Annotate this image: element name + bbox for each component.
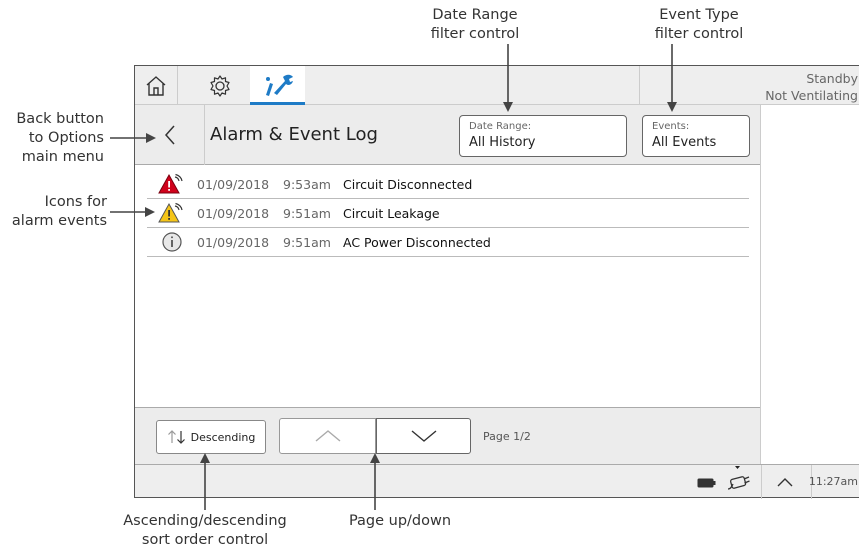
info-icon bbox=[147, 231, 197, 253]
event-list: 01/09/2018 9:53am Circuit Disconnected 0… bbox=[147, 170, 749, 257]
chevron-up-icon bbox=[315, 430, 340, 442]
event-row[interactable]: 01/09/2018 9:51am AC Power Disconnected bbox=[147, 228, 749, 257]
status-ventilating: Not Ventilating bbox=[765, 88, 858, 103]
red-alarm-icon bbox=[147, 173, 197, 195]
event-message: Circuit Leakage bbox=[343, 205, 440, 221]
event-type-value: All Events bbox=[652, 135, 717, 150]
page-title: Alarm & Event Log bbox=[210, 124, 378, 145]
expand-tray-button[interactable] bbox=[771, 471, 799, 493]
home-icon bbox=[146, 75, 166, 96]
callout-event-type: Event Type filter control bbox=[634, 6, 764, 44]
callout-icons-line2: alarm events bbox=[11, 213, 107, 229]
ventilation-status: Standby Not Ventilating bbox=[765, 70, 858, 104]
callout-event-type-line1: Event Type bbox=[659, 7, 739, 23]
topbar-divider bbox=[639, 66, 640, 106]
event-date: 01/09/2018 bbox=[197, 234, 270, 250]
date-range-value: All History bbox=[469, 135, 536, 150]
callout-icons: Icons for alarm events bbox=[0, 193, 107, 231]
yellow-alarm-icon bbox=[147, 202, 197, 224]
event-time: 9:51am bbox=[283, 205, 331, 221]
tab-settings[interactable] bbox=[199, 66, 241, 105]
bottombar-divider bbox=[761, 465, 762, 499]
callout-back-line1: Back button bbox=[16, 111, 104, 127]
callout-date-range-line1: Date Range bbox=[432, 7, 518, 23]
callout-paging: Page up/down bbox=[330, 512, 470, 531]
chevron-left-icon bbox=[164, 125, 175, 145]
chevron-down-icon bbox=[411, 430, 436, 442]
page-down-button[interactable] bbox=[376, 418, 471, 454]
event-message: AC Power Disconnected bbox=[343, 234, 491, 250]
back-button[interactable] bbox=[135, 105, 205, 165]
event-date: 01/09/2018 bbox=[197, 205, 270, 221]
callout-icons-line1: Icons for bbox=[44, 194, 107, 210]
right-panel bbox=[760, 105, 859, 464]
top-bar: Standby Not Ventilating bbox=[135, 65, 859, 106]
battery-icon bbox=[697, 478, 716, 488]
callout-sort-line1: Ascending/descending bbox=[123, 513, 287, 529]
sort-order-label: Descending bbox=[190, 430, 256, 444]
page-indicator: Page 1/2 bbox=[483, 430, 531, 443]
callout-back-line2: to Options bbox=[28, 130, 104, 146]
log-footer: Descending Page 1/2 bbox=[135, 407, 760, 464]
sort-order-button[interactable]: Descending bbox=[156, 420, 266, 454]
callout-back-line3: main menu bbox=[21, 149, 104, 165]
sort-arrows-icon bbox=[167, 430, 185, 444]
ac-power-icon bbox=[727, 466, 750, 490]
status-standby: Standby bbox=[806, 71, 858, 86]
page-up-button[interactable] bbox=[279, 418, 376, 454]
gear-icon bbox=[210, 74, 230, 97]
tab-divider bbox=[177, 66, 178, 106]
device-screen: Standby Not Ventilating Alarm & Event Lo… bbox=[134, 65, 859, 499]
event-row[interactable]: 01/09/2018 9:53am Circuit Disconnected bbox=[147, 170, 749, 199]
clock: 11:27am bbox=[808, 475, 858, 488]
callout-date-range: Date Range filter control bbox=[410, 6, 540, 44]
event-type-caption: Events: bbox=[652, 121, 690, 132]
callout-sort: Ascending/descending sort order control bbox=[95, 512, 315, 550]
bottom-bar: 11:27am bbox=[135, 464, 859, 499]
callout-paging-line1: Page up/down bbox=[348, 513, 452, 529]
date-range-filter[interactable]: Date Range: All History bbox=[459, 115, 627, 157]
tab-tools[interactable] bbox=[250, 66, 305, 105]
event-message: Circuit Disconnected bbox=[343, 176, 473, 192]
event-row[interactable]: 01/09/2018 9:51am Circuit Leakage bbox=[147, 199, 749, 228]
date-range-caption: Date Range: bbox=[469, 121, 532, 132]
event-time: 9:51am bbox=[283, 234, 331, 250]
tab-home[interactable] bbox=[135, 66, 177, 105]
event-type-filter[interactable]: Events: All Events bbox=[642, 115, 750, 157]
chevron-up-icon bbox=[777, 478, 793, 487]
log-header: Alarm & Event Log Date Range: All Histor… bbox=[135, 105, 760, 165]
callout-back: Back button to Options main menu bbox=[0, 110, 104, 167]
callout-event-type-line2: filter control bbox=[654, 26, 744, 42]
tools-icon bbox=[265, 74, 293, 96]
callout-sort-line2: sort order control bbox=[141, 532, 269, 548]
callout-date-range-line2: filter control bbox=[430, 26, 520, 42]
event-time: 9:53am bbox=[283, 176, 331, 192]
event-date: 01/09/2018 bbox=[197, 176, 270, 192]
